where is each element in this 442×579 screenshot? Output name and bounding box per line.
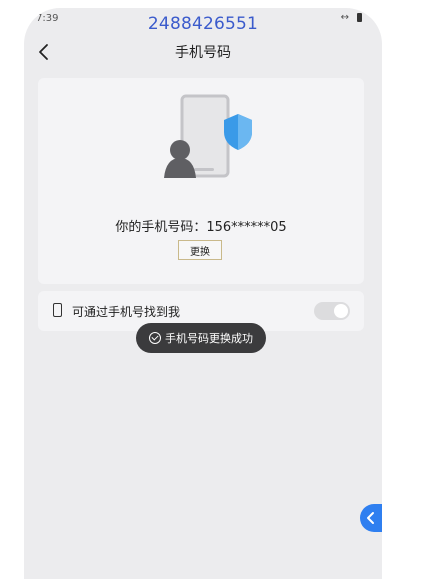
toast-text: 手机号码更换成功 <box>165 332 253 345</box>
findable-toggle[interactable] <box>314 302 350 320</box>
page: 7:39 ↔ 2488426551 手机号码 你的手机号码：156******0… <box>0 0 442 579</box>
change-number-button[interactable]: 更换 <box>178 240 222 260</box>
phone-number-text: 你的手机号码：156******05 <box>115 220 287 235</box>
check-circle-icon <box>149 332 161 344</box>
toggle-knob <box>334 304 348 318</box>
mobile-device-icon <box>53 303 62 317</box>
phone-number-card: 你的手机号码：156******05 更换 <box>38 78 364 284</box>
phone-shield-illustration <box>164 94 252 178</box>
chevron-left-icon <box>367 512 374 524</box>
setting-label: 可通过手机号找到我 <box>72 305 181 319</box>
nav-bar: 手机号码 <box>24 36 382 68</box>
page-title: 手机号码 <box>175 45 231 61</box>
success-toast: 手机号码更换成功 <box>136 323 266 353</box>
overlay-number: 2488426551 <box>147 14 259 34</box>
phone-screen: 7:39 ↔ 2488426551 手机号码 你的手机号码：156******0… <box>24 8 382 579</box>
floating-back-button[interactable] <box>360 504 382 532</box>
